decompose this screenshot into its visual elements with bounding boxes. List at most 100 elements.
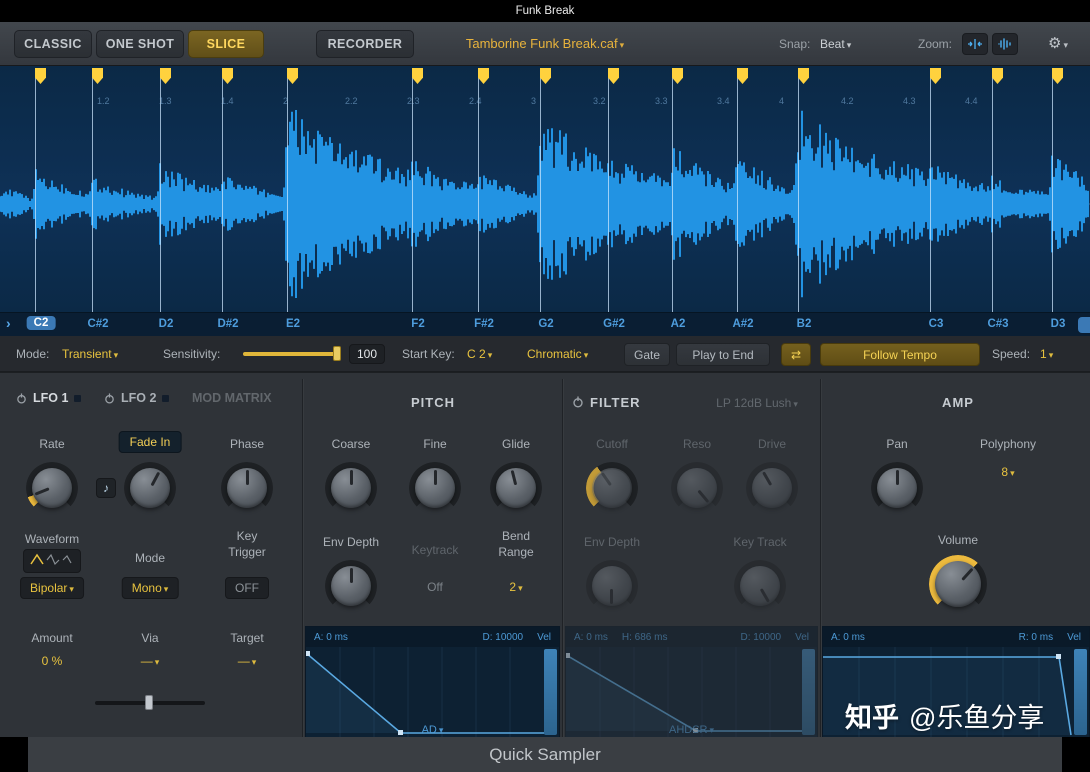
- key-label-E2[interactable]: E2: [286, 318, 300, 330]
- drive-knob[interactable]: [746, 462, 798, 514]
- pitch-vel-slider[interactable]: [544, 649, 557, 735]
- slice-mode-select[interactable]: Transient▾: [62, 347, 118, 361]
- attack-value[interactable]: A: 0 ms: [574, 632, 608, 643]
- slice-marker-flag[interactable]: [540, 68, 551, 84]
- polyphony-select[interactable]: 8▾: [1001, 465, 1014, 479]
- sensitivity-slider[interactable]: [243, 352, 339, 356]
- key-label-D3[interactable]: D3: [1051, 318, 1066, 330]
- hold-value[interactable]: H: 686 ms: [622, 632, 668, 643]
- slice-marker-line[interactable]: [1052, 68, 1053, 312]
- slice-marker-line[interactable]: [540, 68, 541, 312]
- waveform-display[interactable]: 1.21.31.422.22.32.433.23.33.444.24.34.4: [0, 66, 1090, 312]
- pitch-keytrack-value[interactable]: Off: [427, 580, 443, 594]
- lfo-waveform-selector[interactable]: [23, 549, 81, 573]
- key-label-C#2[interactable]: C#2: [87, 318, 108, 330]
- glide-knob[interactable]: [490, 462, 542, 514]
- target-select[interactable]: —▾: [238, 654, 257, 668]
- attack-value[interactable]: A: 0 ms: [831, 632, 865, 643]
- lfo-amount-slider[interactable]: [95, 695, 205, 711]
- bend-range-select[interactable]: 2▾: [509, 580, 522, 594]
- slice-marker-flag[interactable]: [672, 68, 683, 84]
- cutoff-knob[interactable]: [586, 462, 638, 514]
- filter-envelope-graph[interactable]: AHDSR▾: [566, 647, 817, 737]
- key-label-F#2[interactable]: F#2: [474, 318, 494, 330]
- slice-marker-flag[interactable]: [1052, 68, 1063, 84]
- zoom-fit-button[interactable]: [992, 33, 1018, 55]
- sensitivity-value-box[interactable]: 100: [349, 344, 385, 364]
- tab-slice[interactable]: SLICE: [188, 30, 264, 58]
- filter-vel-slider[interactable]: [802, 649, 815, 735]
- slice-marker-flag[interactable]: [222, 68, 233, 84]
- filter-key-track-knob[interactable]: [734, 560, 786, 612]
- amount-value[interactable]: 0 %: [42, 654, 63, 668]
- slice-marker-flag[interactable]: [92, 68, 103, 84]
- slice-marker-line[interactable]: [930, 68, 931, 312]
- slice-marker-flag[interactable]: [35, 68, 46, 84]
- attack-value[interactable]: A: 0 ms: [314, 632, 348, 643]
- slice-marker-line[interactable]: [798, 68, 799, 312]
- key-label-C2[interactable]: C2: [27, 316, 56, 330]
- key-label-F2[interactable]: F2: [411, 318, 424, 330]
- gate-button[interactable]: Gate: [624, 343, 670, 366]
- pitch-env-depth-knob[interactable]: [325, 560, 377, 612]
- slice-marker-line[interactable]: [672, 68, 673, 312]
- lfo-fade-knob[interactable]: [124, 462, 176, 514]
- slice-marker-flag[interactable]: [478, 68, 489, 84]
- slice-marker-line[interactable]: [608, 68, 609, 312]
- filter-envelope-mode-select[interactable]: AHDSR▾: [669, 724, 714, 736]
- snap-select[interactable]: Beat▾: [820, 37, 851, 51]
- slice-marker-line[interactable]: [92, 68, 93, 312]
- slice-marker-line[interactable]: [992, 68, 993, 312]
- lfo-phase-knob[interactable]: [221, 462, 273, 514]
- key-label-G#2[interactable]: G#2: [603, 318, 625, 330]
- pitch-envelope-display[interactable]: A: 0 ms D: 10000 Vel AD▾: [305, 626, 560, 738]
- reso-knob[interactable]: [671, 462, 723, 514]
- slice-marker-flag[interactable]: [160, 68, 171, 84]
- via-select[interactable]: —▾: [141, 654, 160, 668]
- play-to-end-button[interactable]: Play to End: [676, 343, 770, 366]
- slider-handle[interactable]: [145, 695, 153, 710]
- tab-mod-matrix[interactable]: MOD MATRIX: [192, 391, 272, 405]
- key-label-G2[interactable]: G2: [538, 318, 553, 330]
- rate-sync-button[interactable]: ♪: [96, 478, 116, 498]
- start-key-select[interactable]: C 2▾: [467, 347, 492, 361]
- filter-env-depth-knob[interactable]: [586, 560, 638, 612]
- fine-knob[interactable]: [409, 462, 461, 514]
- pan-knob[interactable]: [871, 462, 923, 514]
- lfo-mode-select[interactable]: Mono▾: [122, 577, 179, 599]
- slice-marker-flag[interactable]: [737, 68, 748, 84]
- speed-select[interactable]: 1▾: [1040, 347, 1053, 361]
- slice-marker-flag[interactable]: [412, 68, 423, 84]
- slice-marker-line[interactable]: [737, 68, 738, 312]
- slice-marker-flag[interactable]: [798, 68, 809, 84]
- key-label-B2[interactable]: B2: [797, 318, 812, 330]
- decay-value[interactable]: D: 10000: [741, 632, 782, 643]
- pitch-envelope-graph[interactable]: AD▾: [306, 647, 559, 737]
- slider-handle[interactable]: [333, 346, 341, 361]
- volume-knob[interactable]: [929, 555, 987, 613]
- coarse-knob[interactable]: [325, 462, 377, 514]
- slice-marker-flag[interactable]: [608, 68, 619, 84]
- decay-value[interactable]: D: 10000: [483, 632, 524, 643]
- loop-mode-button[interactable]: ⇄: [781, 343, 811, 366]
- tab-lfo1[interactable]: LFO 1: [16, 391, 81, 405]
- slice-marker-line[interactable]: [35, 68, 36, 312]
- tab-one-shot[interactable]: ONE SHOT: [96, 30, 184, 58]
- zoom-horizontal-button[interactable]: [962, 33, 988, 55]
- release-value[interactable]: R: 0 ms: [1019, 632, 1053, 643]
- slice-marker-flag[interactable]: [287, 68, 298, 84]
- action-menu-button[interactable]: ⚙▾: [1048, 34, 1068, 52]
- pitch-envelope-mode-select[interactable]: AD▾: [422, 724, 444, 736]
- tab-classic[interactable]: CLASSIC: [14, 30, 92, 58]
- key-label-A#2[interactable]: A#2: [732, 318, 753, 330]
- amp-vel-slider[interactable]: [1074, 649, 1087, 735]
- key-trigger-toggle[interactable]: OFF: [225, 577, 269, 599]
- mapping-select[interactable]: Chromatic▾: [527, 347, 588, 361]
- key-label-C#3[interactable]: C#3: [987, 318, 1008, 330]
- lfo-rate-knob[interactable]: [26, 462, 78, 514]
- slice-marker-flag[interactable]: [992, 68, 1003, 84]
- lfo-polarity-select[interactable]: Bipolar▾: [20, 577, 84, 599]
- key-label-C3[interactable]: C3: [929, 318, 944, 330]
- key-label-D#2[interactable]: D#2: [217, 318, 238, 330]
- filter-envelope-display[interactable]: A: 0 ms H: 686 ms D: 10000 Vel AHDSR▾: [565, 626, 818, 738]
